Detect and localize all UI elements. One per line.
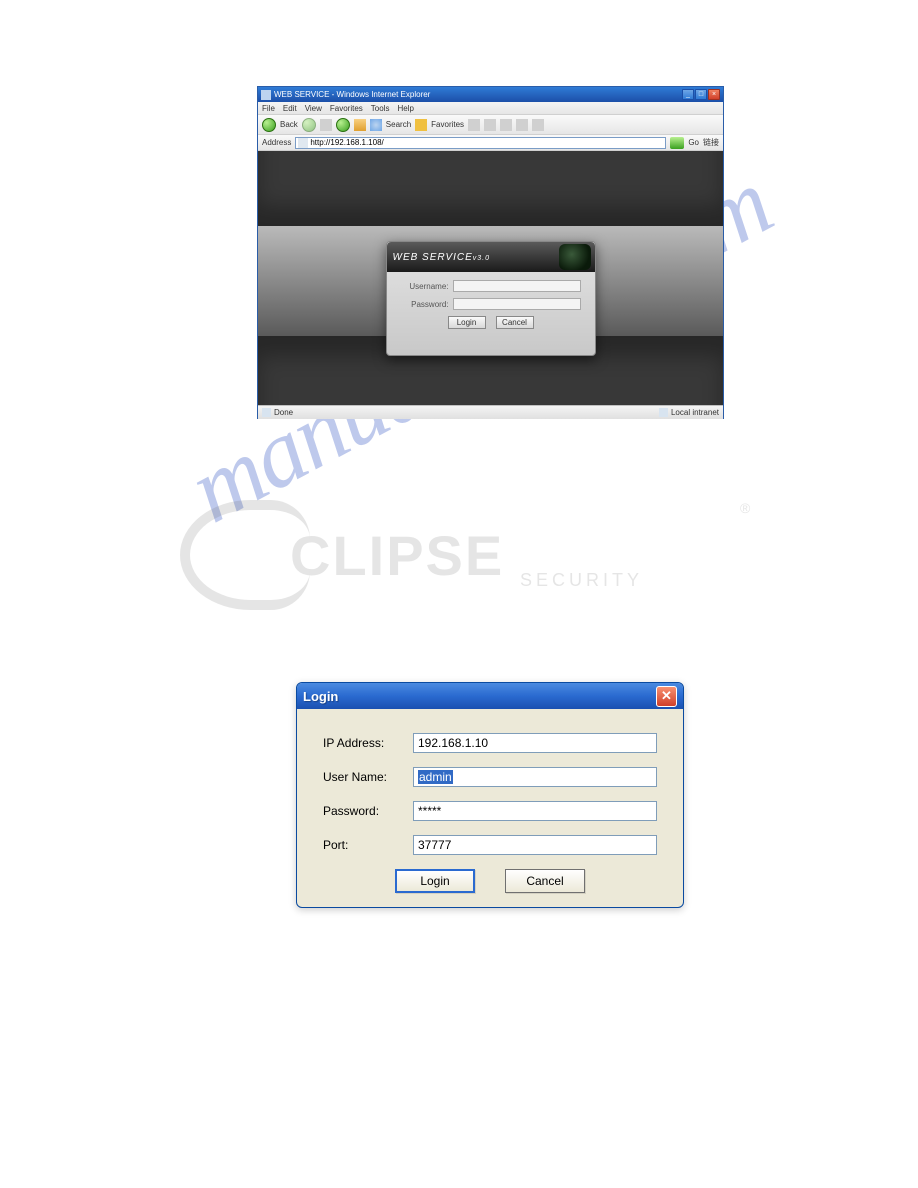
status-done: Done <box>274 408 293 417</box>
dialog-login-button[interactable]: Login <box>395 869 475 893</box>
discuss-icon[interactable] <box>532 119 544 131</box>
eclipse-brand: CLIPSE <box>290 523 504 588</box>
edit-icon[interactable] <box>516 119 528 131</box>
status-done-icon <box>262 408 271 417</box>
login-box-header: WEB SERVICEv3.0 <box>387 242 595 272</box>
login-button[interactable]: Login <box>448 316 486 329</box>
cancel-button[interactable]: Cancel <box>496 316 534 329</box>
mail-icon[interactable] <box>484 119 496 131</box>
menu-tools[interactable]: Tools <box>371 104 390 113</box>
window-title: WEB SERVICE - Windows Internet Explorer <box>274 90 682 99</box>
forward-icon[interactable] <box>302 118 316 132</box>
favorites-label[interactable]: Favorites <box>431 120 464 129</box>
username-label: Username: <box>401 282 449 291</box>
password-label: Password: <box>401 300 449 309</box>
ip-address-input[interactable]: 192.168.1.10 <box>413 733 657 753</box>
menu-file[interactable]: File <box>262 104 275 113</box>
ip-address-label: IP Address: <box>323 736 413 750</box>
menu-view[interactable]: View <box>305 104 322 113</box>
search-label[interactable]: Search <box>386 120 411 129</box>
dialog-titlebar: Login ✕ <box>297 683 683 709</box>
password-label: Password: <box>323 804 413 818</box>
user-name-label: User Name: <box>323 770 413 784</box>
page-content: WEB SERVICEv3.0 Username: Password: Logi… <box>258 151 723 405</box>
back-label[interactable]: Back <box>280 120 298 129</box>
favorites-icon[interactable] <box>415 119 427 131</box>
port-label: Port: <box>323 838 413 852</box>
status-zone: Local intranet <box>671 408 719 417</box>
stop-icon[interactable] <box>320 119 332 131</box>
close-button[interactable]: × <box>708 89 720 100</box>
username-input[interactable] <box>453 280 581 292</box>
app-icon <box>261 90 271 100</box>
print-icon[interactable] <box>500 119 512 131</box>
eclipse-subtitle: SECURITY <box>520 570 643 591</box>
search-icon[interactable] <box>370 119 382 131</box>
user-name-input[interactable]: admin <box>413 767 657 787</box>
history-icon[interactable] <box>468 119 480 131</box>
login-dialog: Login ✕ IP Address: 192.168.1.10 User Na… <box>296 682 684 908</box>
menu-help[interactable]: Help <box>397 104 413 113</box>
login-brand: WEB SERVICEv3.0 <box>393 252 491 263</box>
eclipse-logo: CLIPSE <box>180 490 760 620</box>
page-icon <box>298 138 308 148</box>
registered-mark: ® <box>740 500 750 516</box>
back-icon[interactable] <box>262 118 276 132</box>
links-label[interactable]: 链接 <box>703 137 719 148</box>
address-label: Address <box>262 138 291 147</box>
dialog-title: Login <box>303 689 338 704</box>
dialog-close-button[interactable]: ✕ <box>656 686 677 707</box>
port-input[interactable]: 37777 <box>413 835 657 855</box>
dialog-cancel-button[interactable]: Cancel <box>505 869 585 893</box>
close-icon: ✕ <box>661 688 672 704</box>
web-service-login-box: WEB SERVICEv3.0 Username: Password: Logi… <box>386 241 596 356</box>
camera-lens-icon <box>559 244 591 270</box>
go-button-icon[interactable] <box>670 137 684 149</box>
minimize-button[interactable]: _ <box>682 89 694 100</box>
menu-favorites[interactable]: Favorites <box>330 104 363 113</box>
address-bar: Address http://192.168.1.108/ Go 链接 <box>258 135 723 151</box>
zone-icon <box>659 408 668 417</box>
home-icon[interactable] <box>354 119 366 131</box>
address-input[interactable]: http://192.168.1.108/ <box>295 137 666 149</box>
window-titlebar: WEB SERVICE - Windows Internet Explorer … <box>258 87 723 102</box>
password-input[interactable]: ***** <box>413 801 657 821</box>
go-label[interactable]: Go <box>688 138 699 147</box>
address-value: http://192.168.1.108/ <box>310 138 383 147</box>
menu-bar: File Edit View Favorites Tools Help <box>258 102 723 115</box>
status-bar: Done Local intranet <box>258 405 723 419</box>
menu-edit[interactable]: Edit <box>283 104 297 113</box>
browser-window: WEB SERVICE - Windows Internet Explorer … <box>257 86 724 419</box>
toolbar: Back Search Favorites <box>258 115 723 135</box>
refresh-icon[interactable] <box>336 118 350 132</box>
maximize-button[interactable]: □ <box>695 89 707 100</box>
password-input[interactable] <box>453 298 581 310</box>
